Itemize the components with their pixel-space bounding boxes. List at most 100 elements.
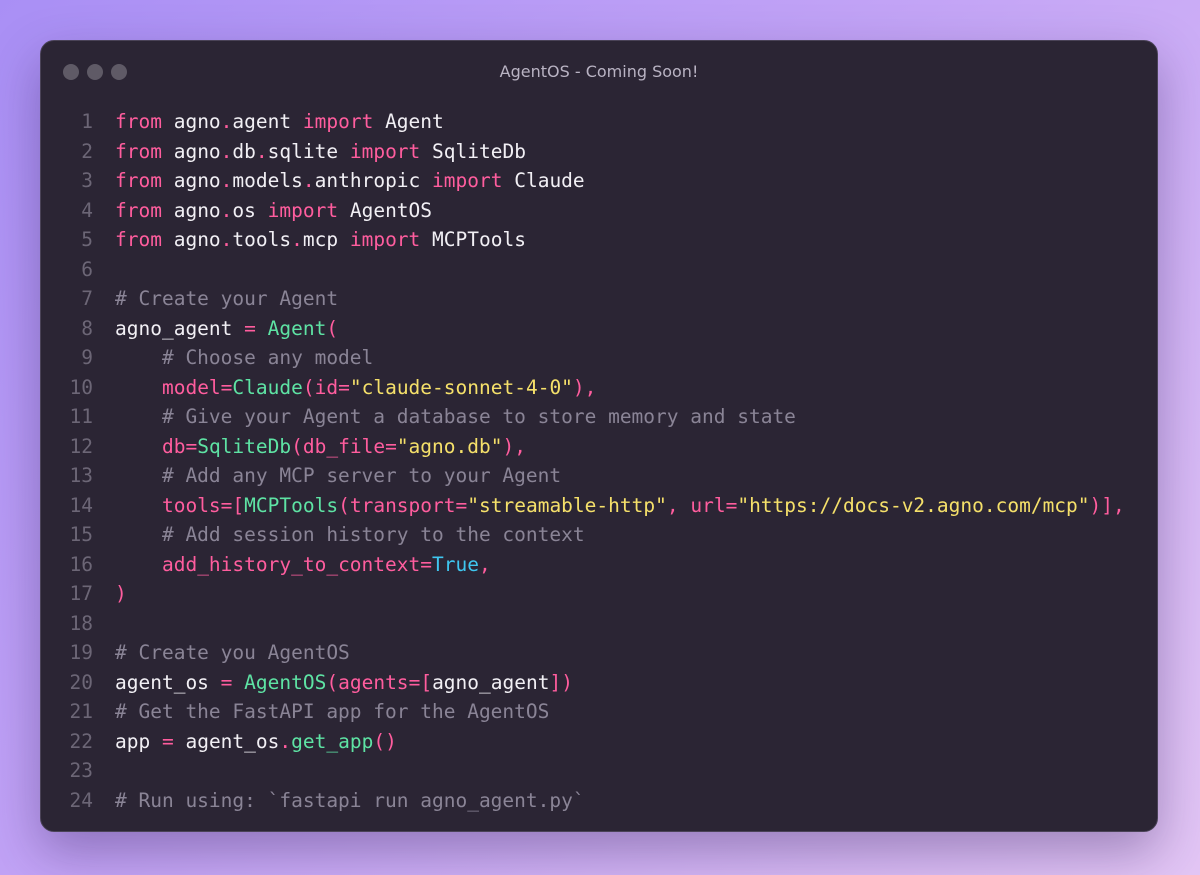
code-text: app = agent_os.get_app() [93,727,397,757]
code-text: from agno.tools.mcp import MCPTools [93,225,526,255]
code-token: . [220,198,233,222]
code-token: = [185,434,198,458]
code-token: . [255,139,268,163]
code-token: import [349,139,421,163]
code-line: 12 db=SqliteDb(db_file="agno.db"), [41,432,1157,462]
code-token: from [115,110,162,133]
code-token: # Add session history to the context [115,523,585,546]
code-token: import [302,110,374,133]
code-token: "https://docs-v2.agno.com/mcp" [737,493,1090,517]
code-token: . [220,110,233,133]
code-token: agno [161,198,221,222]
code-line: 19 # Create you AgentOS [41,638,1157,668]
code-token: agent_os [173,729,280,753]
code-token: = [725,493,738,517]
code-text: from agno.agent import Agent [93,107,444,137]
code-token: # Get the FastAPI app for the AgentOS [115,700,550,723]
code-line: 16 add_history_to_context=True, [41,550,1157,580]
code-token: "agno.db" [396,434,503,458]
code-token: = [338,375,350,399]
code-text: tools=[MCPTools(transport="streamable-ht… [93,491,1125,521]
code-token: import [267,198,339,222]
code-token: . [220,169,233,192]
code-token: = [244,316,256,340]
line-number: 21 [69,700,93,723]
line-number: 8 [81,316,93,340]
code-token: = [385,434,397,458]
line-number: 12 [69,434,93,458]
code-text: # Add any MCP server to your Agent [93,461,561,491]
code-line: 23 [41,756,1157,786]
title-bar: AgentOS - Coming Soon! [41,41,1157,103]
code-text: from agno.db.sqlite import SqliteDb [93,137,526,167]
line-number: 1 [81,110,93,133]
code-token: AgentOS [338,198,433,222]
code-token: () [373,729,397,753]
code-token: "claude-sonnet-4-0" [349,375,573,399]
code-token: anthropic [314,169,433,192]
code-token: SqliteDb [197,434,292,458]
code-token: , [666,493,691,517]
line-number: 3 [81,169,93,192]
code-token: . [220,139,233,163]
code-text: from agno.models.anthropic import Claude [93,166,585,196]
code-token: ( [326,670,339,694]
line-number: 7 [81,287,93,310]
code-token: add_history_to_context [161,552,421,576]
code-token: id [314,375,339,399]
code-text: db=SqliteDb(db_file="agno.db"), [93,432,526,462]
code-text: # Give your Agent a database to store me… [93,402,796,432]
code-token: # Add any MCP server to your Agent [115,464,562,487]
code-token: # Give your Agent a database to store me… [115,405,796,428]
code-token: )], [1089,493,1125,517]
code-token: tools [161,493,221,517]
code-line: 24 # Run using: `fastapi run agno_agent.p… [41,786,1157,816]
code-token: . [291,228,303,251]
code-token: from [115,228,162,251]
code-line: 17) [41,579,1157,609]
code-token: MCPTools [420,228,526,251]
code-token: ( [326,316,339,340]
code-token: agent_os [115,670,221,694]
code-text: # Get the FastAPI app for the AgentOS [93,697,549,727]
code-token: transport [349,493,456,517]
code-token: agno_agent [432,670,550,694]
line-number: 16 [69,552,93,576]
code-token: from [115,139,162,163]
line-number: 9 [81,346,93,369]
code-token: agno [161,110,221,133]
code-line: 8 agno_agent = Agent( [41,314,1157,344]
code-token: Claude [502,169,585,192]
code-text: ) [93,579,127,609]
code-token: agno [161,228,221,251]
line-number: 11 [69,405,93,428]
code-line: 4 from agno.os import AgentOS [41,196,1157,226]
code-token: . [220,228,233,251]
code-line: 1 from agno.agent import Agent [41,107,1157,137]
code-token: = [408,670,421,694]
code-token: agno_agent [115,316,245,340]
line-number: 20 [69,670,93,694]
code-token: # Choose any model [115,346,374,369]
line-number: 2 [81,139,93,163]
code-line: 5 from agno.tools.mcp import MCPTools [41,225,1157,255]
code-token: agent [232,110,303,133]
code-token: ), [502,434,526,458]
code-token: model [161,375,221,399]
code-token: AgentOS [244,670,327,694]
code-token: = [220,375,233,399]
code-editor: 1 from agno.agent import Agent 2 from agno.… [41,107,1157,815]
code-token: agno [161,139,221,163]
code-line: 6 [41,255,1157,285]
code-token: . [302,169,315,192]
code-token: db_file [302,434,386,458]
window-title: AgentOS - Coming Soon! [499,62,699,81]
code-line: 14 tools=[MCPTools(transport="streamable… [41,491,1157,521]
code-token: from [115,198,162,222]
code-token: ( [302,375,315,399]
